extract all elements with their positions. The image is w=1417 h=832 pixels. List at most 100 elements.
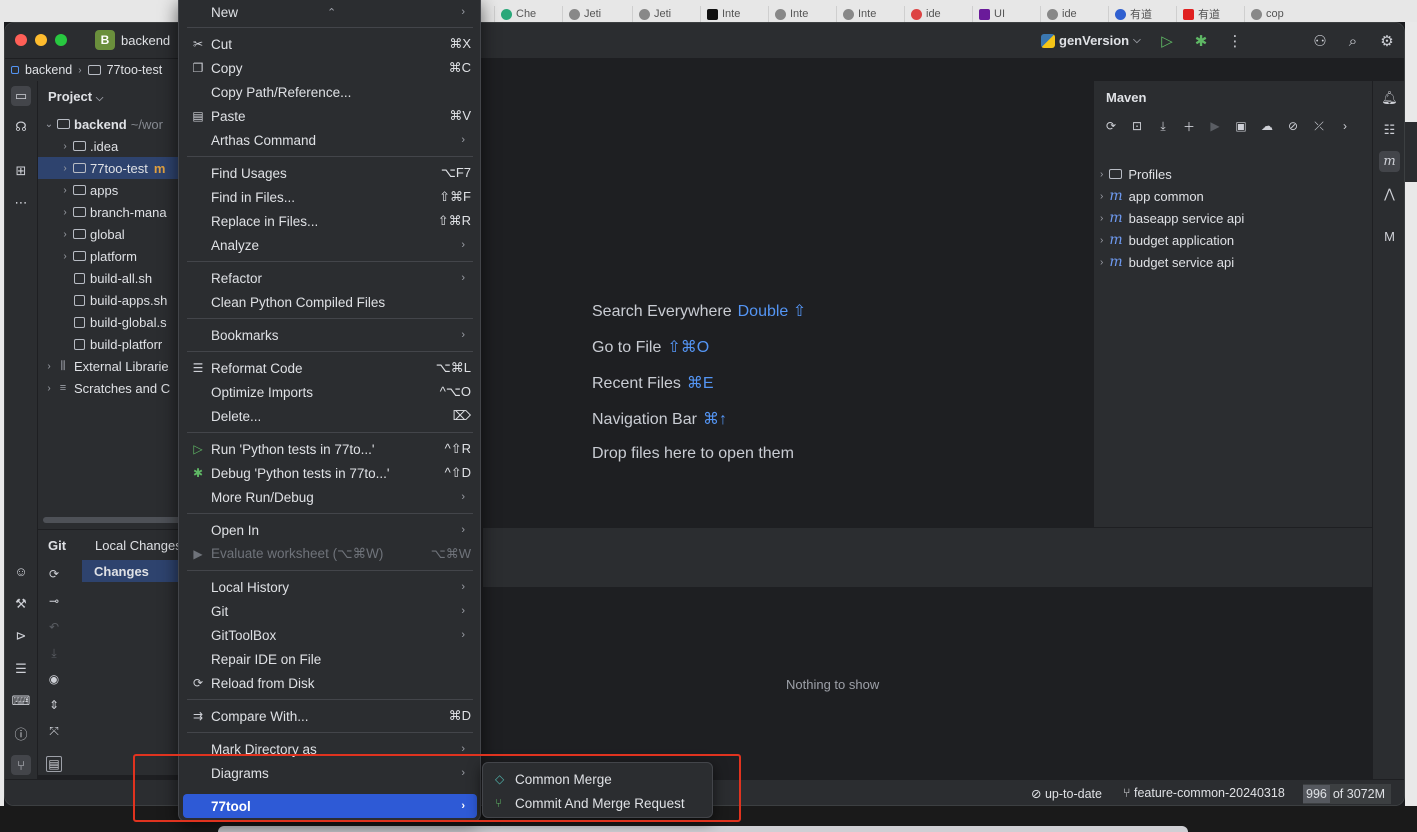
browser-tab[interactable]: 有道 (1176, 6, 1236, 22)
browser-tab[interactable]: Jeti (562, 6, 622, 22)
changes-node[interactable]: Changes (82, 560, 182, 582)
project-horizontal-scrollbar[interactable] (43, 517, 183, 523)
memory-indicator[interactable]: 996 of 3072M (1303, 784, 1391, 804)
browser-tab[interactable]: ide (1040, 6, 1100, 22)
project-tool-folder-icon[interactable]: ▭ (11, 86, 31, 106)
menu-item-reload-from-disk[interactable]: ⟳ Reload from Disk (183, 671, 477, 695)
add-user-icon[interactable]: ⚇ (1310, 31, 1330, 51)
menu-item-copy[interactable]: ❐ Copy ⌘C (183, 56, 477, 80)
tree-row-file[interactable]: build-apps.sh (38, 289, 183, 311)
menu-item-open-in[interactable]: Open In › (183, 518, 477, 542)
project-panel-title[interactable]: Project ⌵ (48, 89, 103, 104)
menu-item-77tool[interactable]: 77tool › (183, 794, 477, 818)
tab-local-changes[interactable]: Local Changes (95, 538, 182, 553)
menu-item-find-usages[interactable]: Find Usages ⌥F7 (183, 161, 477, 185)
run-icon[interactable]: ▷ (1157, 31, 1177, 51)
search-icon[interactable]: ⌕ (1343, 31, 1363, 51)
refresh-icon[interactable]: ⟳ (46, 566, 62, 582)
services-icon[interactable]: ⊳ (11, 626, 31, 646)
plugins-icon[interactable]: ☺ (11, 561, 31, 581)
menu-item-reformat[interactable]: ☰ Reformat Code ⌥⌘L (183, 356, 477, 380)
menu-item-bookmarks[interactable]: Bookmarks › (183, 323, 477, 347)
menu-item-optimize-imports[interactable]: Optimize Imports ^⌥O (183, 380, 477, 404)
terminal-icon[interactable]: ⌨ (11, 691, 31, 711)
rollback-icon[interactable]: ↶ (46, 619, 62, 635)
menu-item-cut[interactable]: ✂ Cut ⌘X (183, 32, 477, 56)
browser-tab[interactable]: Jeti (632, 6, 692, 22)
git-branch-icon[interactable]: ⑂ (11, 755, 31, 775)
run-config-selector[interactable]: genVersion ⌵ (1041, 33, 1141, 48)
menu-item-mark-directory[interactable]: Mark Directory as › (183, 737, 477, 761)
tree-row-file[interactable]: build-all.sh (38, 267, 183, 289)
menu-item-compare-with[interactable]: ⇉ Compare With... ⌘D (183, 704, 477, 728)
tab-git[interactable]: Git (48, 538, 66, 553)
menu-item-copy-path[interactable]: Copy Path/Reference... (183, 80, 477, 104)
menu-item-git[interactable]: Git › (183, 599, 477, 623)
maven-module[interactable]: › m app common (1100, 185, 1204, 207)
maven-module[interactable]: › m budget service api (1100, 251, 1234, 273)
tree-row-scratches[interactable]: › ≡ Scratches and C (38, 377, 183, 399)
menu-item-evaluate-worksheet[interactable]: ▶ Evaluate worksheet (⌥⌘W) ⌥⌘W (183, 542, 477, 566)
settings-gear-icon[interactable]: ⚙ (1377, 31, 1397, 51)
debug-icon[interactable]: ✱ (1191, 31, 1211, 51)
layers-icon[interactable]: ☰ (11, 659, 31, 679)
browser-tab[interactable]: Inte (836, 6, 896, 22)
submenu-item-commit-merge-request[interactable]: ⑂ Commit And Merge Request (487, 791, 709, 815)
menu-item-find-in-files[interactable]: Find in Files... ⇧⌘F (183, 185, 477, 209)
menu-item-run-tests[interactable]: ▷ Run 'Python tests in 77to...' ^⇧R (183, 437, 477, 461)
build-hammer-icon[interactable]: ⚒ (11, 594, 31, 614)
more-vertical-icon[interactable]: ⋮ (1225, 31, 1245, 51)
execute-goal-icon[interactable]: ▣ (1232, 117, 1250, 135)
browser-tab[interactable]: Che (494, 6, 554, 22)
zoom-window-button[interactable] (55, 34, 67, 46)
tree-row-branch-manager[interactable]: › branch-mana (38, 201, 183, 223)
collapse-icon[interactable]: ⤫ (1310, 117, 1328, 135)
menu-item-more-run[interactable]: More Run/Debug › (183, 485, 477, 509)
menu-item-arthas[interactable]: Arthas Command › (183, 128, 477, 152)
menu-item-paste[interactable]: ▤ Paste ⌘V (183, 104, 477, 128)
reload-icon[interactable]: ⟳ (1102, 117, 1120, 135)
offline-mode-icon[interactable]: ☁ (1258, 117, 1276, 135)
collapse-all-icon[interactable]: ⤧ (46, 723, 62, 739)
menu-item-delete[interactable]: Delete... ⌦ (183, 404, 477, 428)
profiler-icon[interactable]: ⋀ (1379, 183, 1400, 204)
preview-panel-icon[interactable]: ▤ (46, 756, 62, 772)
learn-tool-icon[interactable]: ☊ (11, 117, 31, 137)
breadcrumb-root[interactable]: backend (25, 63, 72, 77)
menu-item-analyze[interactable]: Analyze › (183, 233, 477, 257)
git-branch-widget[interactable]: ⑂ feature-common-20240318 (1123, 786, 1285, 800)
menu-item-new[interactable]: New ⌃ › (183, 0, 477, 24)
maven-module[interactable]: › m budget application (1100, 229, 1234, 251)
maven-profiles[interactable]: › Profiles (1100, 163, 1172, 185)
chevron-right-icon[interactable]: › (1336, 117, 1354, 135)
minimize-window-button[interactable] (35, 34, 47, 46)
browser-tab[interactable]: UI (972, 6, 1032, 22)
tree-row-file[interactable]: build-global.s (38, 311, 183, 333)
browser-tab[interactable]: Inte (700, 6, 760, 22)
menu-item-clean-python[interactable]: Clean Python Compiled Files (183, 290, 477, 314)
tree-row-77too-test[interactable]: › 77too-test m (38, 157, 183, 179)
tree-row-global[interactable]: › global (38, 223, 183, 245)
breadcrumb-child[interactable]: 77too-test (107, 63, 163, 77)
tree-row-root[interactable]: ⌄ backend ~/wor (38, 113, 183, 135)
markdown-icon[interactable]: M (1379, 226, 1400, 247)
tree-row-idea[interactable]: › .idea (38, 135, 183, 157)
menu-item-gittoolbox[interactable]: GitToolBox › (183, 623, 477, 647)
project-badge[interactable]: B (95, 30, 115, 50)
menu-item-diagrams[interactable]: Diagrams › (183, 761, 477, 785)
download-icon[interactable]: ⤓ (1154, 117, 1172, 135)
menu-item-local-history[interactable]: Local History › (183, 575, 477, 599)
structure-tool-icon[interactable]: ⊞ (11, 161, 31, 181)
menu-item-refactor[interactable]: Refactor › (183, 266, 477, 290)
shelve-icon[interactable]: ⤓ (46, 645, 62, 661)
vcs-status[interactable]: ⊘ up-to-date (1031, 786, 1102, 801)
commit-icon[interactable]: ⊸ (46, 593, 62, 609)
browser-tab[interactable]: Inte (768, 6, 828, 22)
menu-item-repair-ide[interactable]: Repair IDE on File (183, 647, 477, 671)
tree-row-apps[interactable]: › apps (38, 179, 183, 201)
skip-tests-icon[interactable]: ⊘ (1284, 117, 1302, 135)
tree-row-platform[interactable]: › platform (38, 245, 183, 267)
project-selector[interactable]: backend (121, 33, 170, 48)
maven-tool-icon[interactable]: m (1379, 151, 1400, 172)
problems-icon[interactable]: ⓘ (11, 723, 31, 743)
